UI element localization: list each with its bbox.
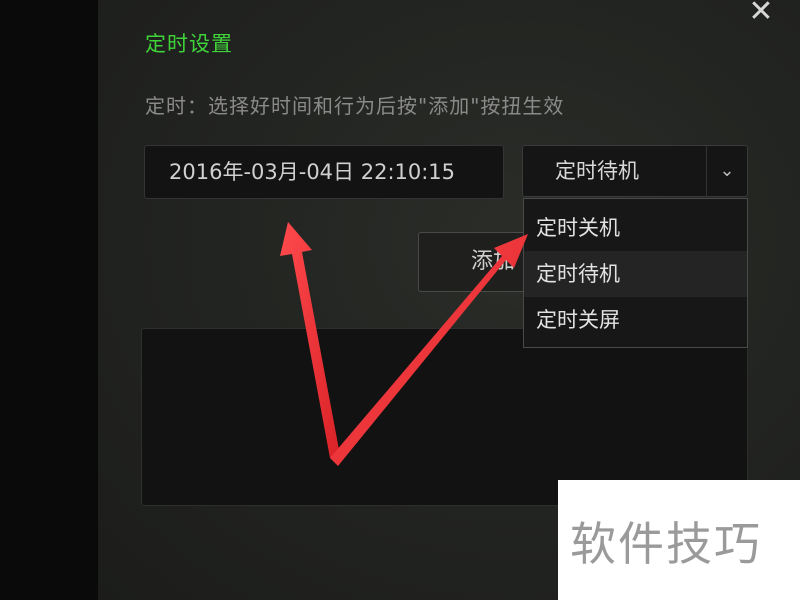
screenshot-stage: ✕ 定时设置 定时：选择好时间和行为后按"添加"按扭生效 2016年-03月-0… [0, 0, 800, 600]
background-window-strip [0, 0, 100, 600]
instruction-text: 定时：选择好时间和行为后按"添加"按扭生效 [145, 94, 565, 118]
chevron-down-icon[interactable]: ⌄ [706, 146, 747, 196]
dropdown-option-screen-off[interactable]: 定时关屏 [524, 297, 747, 343]
close-icon[interactable]: ✕ [747, 0, 775, 27]
action-select-value: 定时待机 [555, 159, 639, 183]
watermark-text: 软件技巧 [570, 517, 762, 571]
watermark-box: 软件技巧 [558, 480, 800, 600]
dropdown-option-shutdown[interactable]: 定时关机 [524, 205, 747, 251]
dialog-title: 定时设置 [145, 32, 233, 56]
action-dropdown-list: 定时关机 定时待机 定时关屏 [523, 198, 748, 348]
dropdown-option-standby[interactable]: 定时待机 [524, 251, 747, 297]
datetime-picker[interactable]: 2016年-03月-04日 22:10:15 [144, 145, 504, 199]
action-select[interactable]: 定时待机 ⌄ [522, 145, 748, 197]
